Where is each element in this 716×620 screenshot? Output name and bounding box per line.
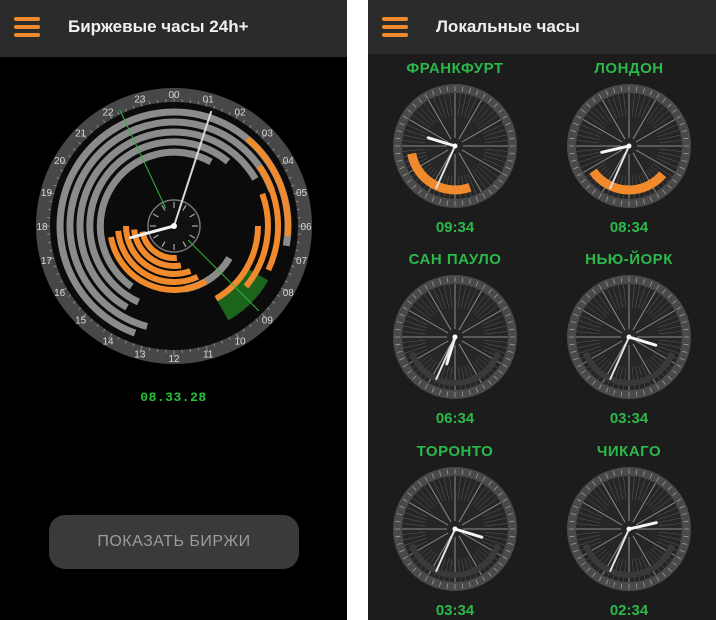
ring-tick (295, 200, 299, 203)
hour-label: 21 (75, 129, 87, 140)
analog-clock (393, 84, 517, 208)
hour-label: 22 (102, 108, 114, 119)
hour-label: 09 (262, 315, 274, 326)
ring-tick (295, 249, 299, 252)
hour-label: 07 (296, 256, 308, 267)
city-clock-card[interactable]: ЛОНДОН 08:34 (542, 60, 716, 252)
city-name: ЛОНДОН (594, 60, 664, 77)
hour-label: 23 (134, 94, 146, 105)
top-app-bar: Биржевые часы 24h+ (0, 0, 347, 57)
city-time: 02:34 (609, 602, 649, 619)
hour-label: 00 (168, 90, 180, 101)
hamburger-menu-icon[interactable] (14, 17, 40, 37)
hour-label: 06 (300, 222, 312, 233)
ring-tick (49, 249, 53, 252)
hour-label: 16 (54, 288, 66, 299)
clock-center-pin (452, 334, 458, 340)
hour-label: 15 (75, 315, 87, 326)
city-name: НЬЮ-ЙОРК (585, 251, 673, 268)
hour-label: 02 (234, 108, 246, 119)
city-clock-card[interactable]: САН ПАУЛО 06:34 (368, 251, 542, 443)
hour-label: 11 (203, 350, 214, 361)
show-exchanges-button[interactable]: ПОКАЗАТЬ БИРЖИ (49, 515, 299, 569)
local-clocks-screen: Локальные часы ФРАНКФУРТ 09:34 ЛОНДОН 08:34… (368, 0, 716, 620)
hour-label: 13 (134, 350, 146, 361)
city-time: 09:34 (435, 219, 475, 236)
clock-center-pin (626, 143, 632, 149)
clock-center-pin (626, 334, 632, 340)
hour-label: 12 (168, 354, 180, 365)
hour-label: 05 (296, 188, 308, 199)
clock-center-pin (452, 526, 458, 532)
ring-tick (148, 101, 151, 105)
analog-clock (567, 467, 691, 591)
city-time: 08:34 (609, 219, 649, 236)
clock-center-pin (171, 223, 177, 229)
city-clock-card[interactable]: ТОРОНТО 03:34 (368, 443, 542, 620)
hour-label: 19 (41, 188, 53, 199)
exchange-clock-screen: Биржевые часы 24h+ 20 21 22 23 00 01 02 03 04 05 0… (0, 0, 347, 620)
city-name: ФРАНКФУРТ (406, 60, 504, 77)
digital-time-readout: 08.33.28 (140, 390, 207, 405)
exchange-24h-clock: 20 21 22 23 00 01 02 03 04 05 06 07 08 09 10 11 12 13 14 15… (36, 88, 312, 365)
hour-label: 03 (262, 129, 274, 140)
ring-tick (197, 101, 200, 105)
hour-label: 10 (234, 336, 246, 347)
hour-label: 14 (102, 336, 114, 347)
hour-label: 01 (203, 94, 215, 105)
analog-clock (567, 84, 691, 208)
analog-clock (393, 467, 517, 591)
ring-tick (148, 347, 151, 351)
hour-label: 18 (36, 222, 48, 233)
ring-tick (197, 347, 200, 351)
city-clock-card[interactable]: ЧИКАГО 02:34 (542, 443, 716, 620)
city-name: САН ПАУЛО (408, 251, 502, 268)
hamburger-menu-icon[interactable] (382, 17, 408, 37)
city-name: ЧИКАГО (596, 443, 662, 460)
top-app-bar: Локальные часы (368, 0, 716, 54)
page-title: Локальные часы (436, 17, 580, 36)
page-title: Биржевые часы 24h+ (68, 17, 249, 36)
city-time: 06:34 (435, 410, 475, 427)
hour-label: 17 (41, 256, 53, 267)
hour-label: 04 (283, 156, 295, 167)
hour-label: 20 (54, 156, 66, 167)
city-time: 03:34 (609, 410, 649, 427)
analog-clock (567, 275, 691, 399)
city-name: ТОРОНТО (416, 443, 494, 460)
clock-center-pin (452, 143, 458, 149)
hour-label: 08 (283, 288, 295, 299)
city-clock-card[interactable]: ФРАНКФУРТ 09:34 (368, 60, 542, 252)
analog-clock (393, 275, 517, 399)
city-clock-card[interactable]: НЬЮ-ЙОРК 03:34 (542, 251, 716, 443)
clock-center-pin (626, 526, 632, 532)
city-time: 03:34 (435, 602, 475, 619)
ring-tick (49, 200, 53, 203)
